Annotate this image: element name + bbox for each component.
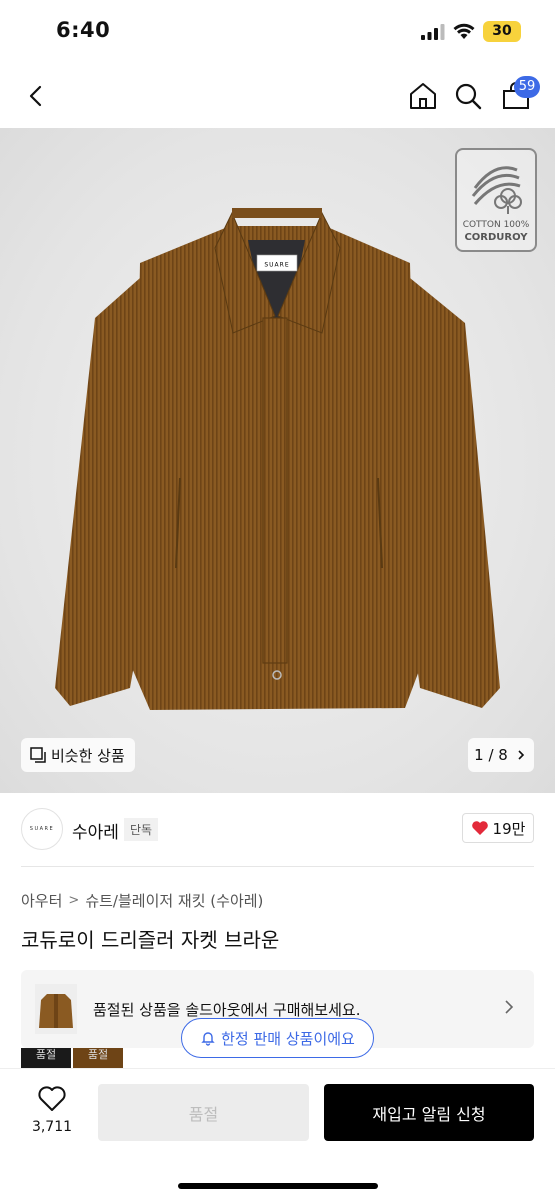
- page-counter-text: 1 / 8: [474, 746, 508, 764]
- copy-icon: [30, 747, 46, 763]
- restock-alert-button[interactable]: 재입고 알림 신청: [324, 1084, 534, 1141]
- image-page-counter[interactable]: 1 / 8: [468, 738, 534, 772]
- status-time: 6:40: [56, 18, 111, 42]
- soldout-button[interactable]: 품절: [98, 1084, 309, 1141]
- limited-edition-text: 한정 판매 상품이에요: [221, 1029, 355, 1048]
- chevron-right-icon: [518, 750, 524, 760]
- similar-products-button[interactable]: 비슷한 상품: [21, 738, 135, 772]
- similar-products-label: 비슷한 상품: [51, 746, 125, 765]
- signal-icon: [421, 24, 445, 40]
- limited-edition-notice: 한정 판매 상품이에요: [181, 1018, 374, 1058]
- nav-bar: [0, 64, 555, 128]
- brand-logo[interactable]: SUARE: [21, 808, 63, 850]
- brand-row: SUARE 수아레 단독 19만: [0, 798, 555, 864]
- heart-filled-icon: [471, 821, 488, 835]
- wifi-icon: [453, 23, 475, 39]
- exclusive-badge: 단독: [124, 818, 159, 841]
- bottom-action-bar: 3,711 품절 재입고 알림 신청: [0, 1068, 555, 1200]
- soldout-banner-text: 품절된 상품을 솔드아웃에서 구매해보세요.: [93, 1001, 361, 1019]
- brand-like-button[interactable]: 19만: [462, 813, 534, 843]
- product-title: 코듀로이 드리즐러 자켓 브라운: [21, 928, 280, 952]
- brand-name[interactable]: 수아레: [72, 818, 119, 843]
- home-indicator: [178, 1183, 378, 1189]
- option-thumbnail[interactable]: 품절: [73, 1048, 123, 1068]
- bell-icon: [201, 1032, 215, 1046]
- like-count: 3,711: [31, 1119, 73, 1135]
- svg-text:SUARE: SUARE: [264, 262, 289, 269]
- heart-outline-icon[interactable]: [37, 1085, 67, 1113]
- cotton-corduroy-badge: COTTON 100% CORDUROY: [455, 148, 537, 252]
- back-arrow-icon[interactable]: [18, 78, 54, 114]
- battery-indicator: 30: [483, 21, 521, 42]
- search-icon[interactable]: [450, 78, 486, 114]
- cotton-flower-icon: [471, 166, 522, 214]
- breadcrumb-subcategory[interactable]: 슈트/블레이저 재킷 (수아레): [85, 890, 263, 911]
- badge-line-2: CORDUROY: [464, 232, 528, 243]
- cart-count-badge: 59: [514, 76, 540, 98]
- option-thumbnail[interactable]: 품절: [21, 1048, 71, 1068]
- chevron-right-icon: >: [68, 893, 80, 908]
- option-thumbnails: 품절 품절: [21, 1048, 125, 1068]
- product-image-carousel[interactable]: SUARE COTTON 100% CORDUROY 비슷한 상품 1 / 8: [0, 128, 555, 793]
- status-bar: 6:40 30: [0, 0, 555, 64]
- brand-like-count: 19만: [492, 819, 526, 838]
- divider: [21, 866, 534, 867]
- chevron-right-icon: [505, 1000, 514, 1014]
- home-icon[interactable]: [405, 78, 441, 114]
- breadcrumb-category[interactable]: 아우터: [21, 890, 62, 911]
- badge-line-1: COTTON 100%: [462, 220, 530, 230]
- soldout-product-thumbnail: [35, 984, 77, 1034]
- breadcrumb: 아우터 > 슈트/블레이저 재킷 (수아레): [21, 890, 263, 911]
